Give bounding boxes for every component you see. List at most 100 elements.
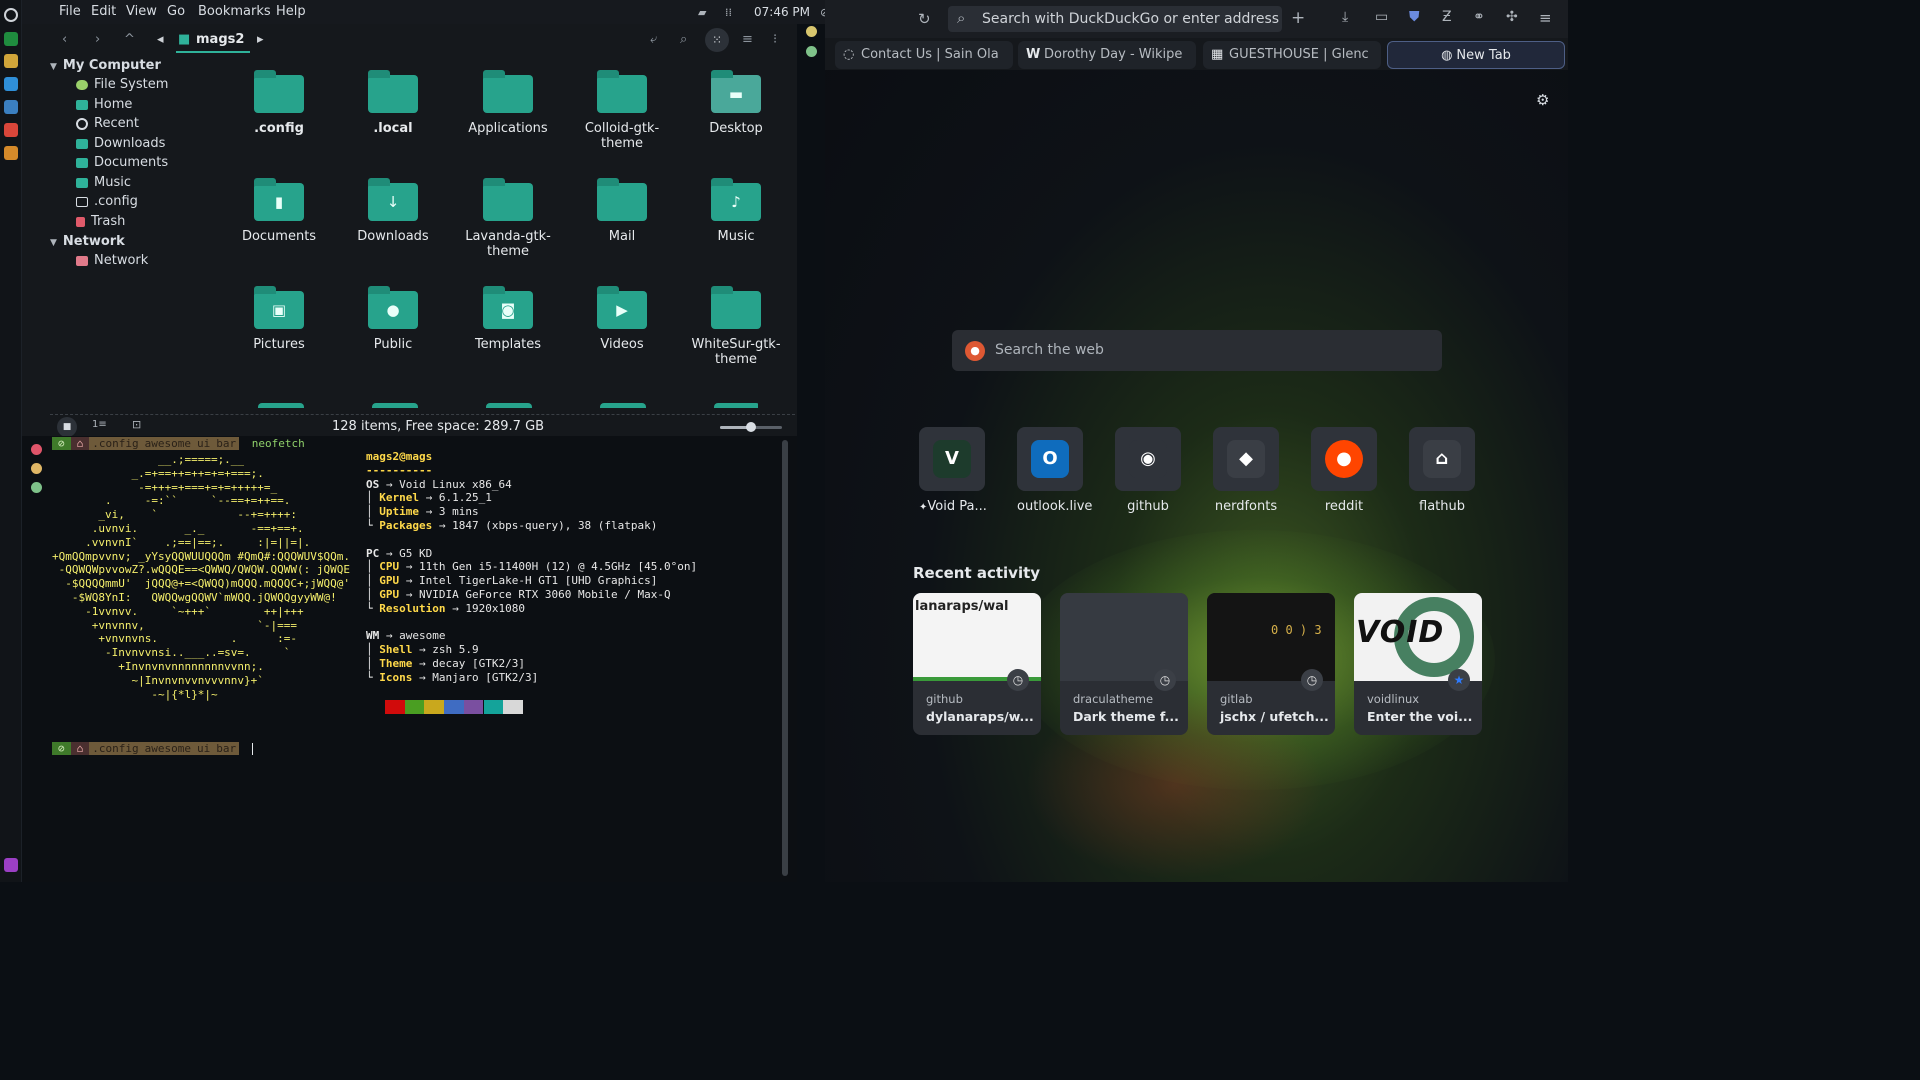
tab-contact-us[interactable]: ◌ Contact Us | Sain Ola [835, 41, 1013, 69]
browser-close-dot[interactable] [806, 26, 817, 37]
prompt-seg: .config [89, 742, 142, 755]
extension-glasses-icon[interactable]: ⚭ [1473, 9, 1485, 25]
path-left-arrow-icon[interactable]: ◂ [157, 30, 164, 50]
file-item[interactable]: Colloid-gtk-theme [567, 70, 677, 151]
file-item[interactable]: ● Public [338, 286, 448, 352]
terminal-maximize-dot[interactable] [31, 482, 42, 493]
app-icon-purple[interactable] [4, 858, 18, 872]
card-thumbnail: VOID [1354, 593, 1482, 681]
extension-shield-icon[interactable]: ⛊ [1409, 9, 1420, 25]
downloads-icon[interactable]: ⤓ [1342, 9, 1348, 25]
tree-view-icon[interactable]: 1≡ [92, 419, 107, 430]
search-icon: ⌕ [957, 9, 966, 27]
file-item[interactable]: ↓ Downloads [338, 178, 448, 244]
file-item[interactable]: ▮ Documents [224, 178, 334, 244]
menu-view[interactable]: View [126, 4, 157, 19]
url-bar[interactable]: ⌕ Search with DuckDuckGo or enter addres… [948, 6, 1282, 32]
tab-dorothy-day[interactable]: W Dorothy Day - Wikipe [1018, 41, 1196, 69]
path-right-arrow-icon[interactable]: ▸ [257, 30, 264, 50]
path-breadcrumb-mags2[interactable]: mags2 [196, 30, 244, 50]
shortcut-void-packages[interactable]: V ✦Void Pa... [919, 427, 987, 514]
menu-go[interactable]: Go [167, 4, 185, 19]
up-button[interactable]: ^ [124, 30, 135, 50]
file-item[interactable]: ◙ Templates [453, 286, 563, 352]
launcher-icon[interactable] [4, 8, 18, 22]
web-search-box[interactable]: ● Search the web [952, 330, 1442, 371]
file-item[interactable]: ▬ Desktop [681, 70, 791, 136]
sidebar-item-trash[interactable]: Trash [76, 212, 125, 232]
search-icon[interactable]: ⌕ [680, 30, 687, 50]
show-places-button[interactable]: ■ [57, 417, 77, 437]
settings-sliders-icon[interactable]: ⁞⁞ [725, 6, 732, 19]
list-view-icon[interactable]: ≡ [742, 30, 753, 50]
screenshot-icon[interactable]: ▭ [1375, 9, 1388, 25]
sidebar-item-file-system[interactable]: File System [76, 75, 168, 95]
sidebar-heading-my-computer[interactable]: ▼ My Computer [50, 56, 161, 76]
outlook-icon: O [1031, 440, 1069, 478]
hamburger-menu-icon[interactable]: ≡ [1539, 9, 1552, 27]
new-tab-plus-icon[interactable]: + [1291, 8, 1305, 28]
shortcut-outlook[interactable]: Ooutlook.live [1017, 427, 1092, 514]
public-folder-icon: ● [368, 286, 418, 329]
file-item[interactable]: ▣ Pictures [224, 286, 334, 352]
menu-file[interactable]: File [59, 4, 81, 19]
terminal-close-dot[interactable] [31, 444, 42, 455]
zoom-slider-knob[interactable] [746, 422, 756, 432]
shortcut-flathub[interactable]: ⌂ flathub [1409, 427, 1475, 514]
newtab-settings-gear-icon[interactable]: ⚙ [1536, 91, 1549, 109]
recent-card-gitlab[interactable]: 0 0 ) 3 ◷ gitlab jschx / ufetch... [1207, 593, 1335, 735]
terminal-cursor [251, 743, 253, 755]
file-item[interactable]: Mail [567, 178, 677, 244]
reload-icon[interactable]: ↻ [918, 10, 931, 28]
extension-z-icon[interactable]: Ƶ [1442, 9, 1452, 25]
shortcut-nerdfonts[interactable]: ◆ nerdfonts [1213, 427, 1279, 514]
sidebar-item-documents[interactable]: Documents [76, 153, 168, 173]
terminal-toggle-icon[interactable]: ⤶ [650, 30, 657, 50]
menu-edit[interactable]: Edit [91, 4, 116, 19]
icon-view-button[interactable]: ⁙ [705, 28, 729, 52]
extensions-puzzle-icon[interactable]: ✣ [1506, 9, 1518, 25]
folder-icon [254, 70, 304, 113]
network-icon[interactable]: ▰ [698, 6, 706, 19]
forward-button[interactable]: › [95, 30, 100, 50]
terminal-minimize-dot[interactable] [31, 463, 42, 474]
shortcut-reddit[interactable]: ● reddit [1311, 427, 1377, 514]
sidebar-item-network[interactable]: Network [76, 251, 148, 271]
recent-card-dracula[interactable]: ◷ draculatheme Dark theme f... [1060, 593, 1188, 735]
zoom-slider[interactable] [720, 422, 782, 432]
recent-card-voidlinux[interactable]: VOID ★ voidlinux Enter the voi... [1354, 593, 1482, 735]
sidebar-item-downloads[interactable]: Downloads [76, 134, 165, 154]
file-item[interactable]: ♪ Music [681, 178, 791, 244]
tab-new-tab[interactable]: ◍ New Tab [1387, 41, 1565, 69]
sidebar-item-recent[interactable]: Recent [76, 114, 139, 134]
shortcut-github[interactable]: ◉ github [1115, 427, 1181, 514]
terminal-scrollbar[interactable] [782, 440, 788, 876]
file-item[interactable]: Applications [453, 70, 563, 136]
editor-icon[interactable] [4, 100, 18, 114]
app-icon-red[interactable] [4, 123, 18, 137]
hide-sidebar-icon[interactable]: ⊡ [132, 418, 141, 431]
info-row: └ Resolution → 1920x1080 [366, 601, 525, 615]
browser-max-dot[interactable] [806, 46, 817, 57]
file-item[interactable]: WhiteSur-gtk-theme [681, 286, 791, 367]
tab-guesthouse[interactable]: ▦ GUESTHOUSE | Glenc [1203, 41, 1381, 69]
app-icon-orange[interactable] [4, 146, 18, 160]
browser-icon[interactable] [4, 77, 18, 91]
menu-bookmarks[interactable]: Bookmarks [198, 4, 271, 19]
sidebar-heading-network[interactable]: ▼ Network [50, 232, 125, 252]
info-row: └ Icons → Manjaro [GTK2/3] [366, 670, 539, 684]
file-item[interactable]: .config [224, 70, 334, 136]
file-item[interactable]: ▶ Videos [567, 286, 677, 352]
terminal-icon[interactable] [4, 32, 18, 46]
file-item[interactable]: Lavanda-gtk-theme [453, 178, 563, 259]
menu-help[interactable]: Help [276, 4, 306, 19]
file-item[interactable]: .local [338, 70, 448, 136]
files-icon[interactable] [4, 54, 18, 68]
recent-card-github[interactable]: lanaraps/wal ◷ github dylanaraps/w... [913, 593, 1041, 735]
sidebar-item-home[interactable]: Home [76, 95, 132, 115]
compact-view-icon[interactable]: ⁝ [773, 30, 777, 50]
back-button[interactable]: ‹ [62, 30, 67, 50]
terminal-window[interactable]: ⊘ ⌂ .config awesome ui bar neofetch __.;=====… [22, 436, 797, 882]
sidebar-item-music[interactable]: Music [76, 173, 131, 193]
sidebar-item-config[interactable]: .config [76, 192, 138, 212]
